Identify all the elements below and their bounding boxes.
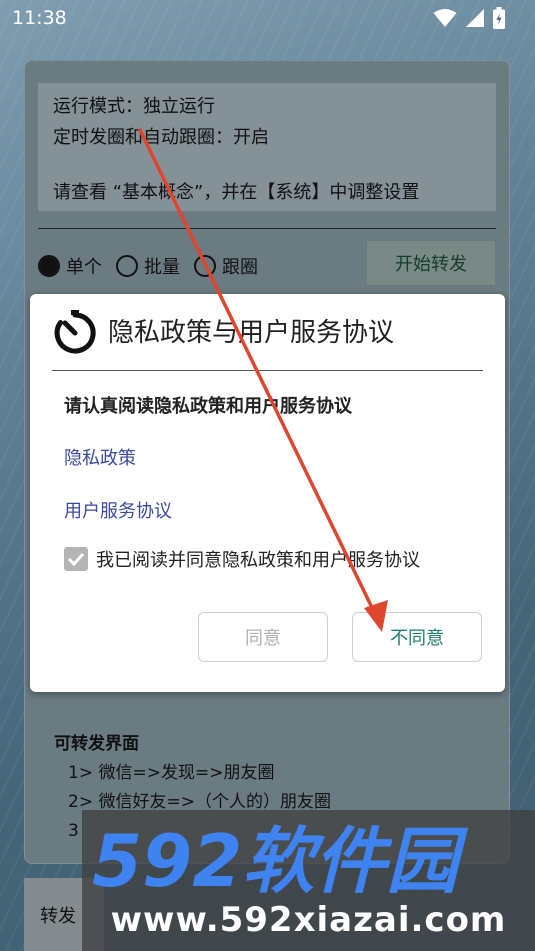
status-time: 11:38: [12, 7, 67, 29]
settings-hint-text: 请查看 “基本概念”，并在【系统】中调整设置: [53, 182, 420, 203]
signal-icon: [466, 9, 484, 27]
disagree-button[interactable]: 不同意: [352, 612, 482, 662]
status-bar: 11:38: [0, 0, 535, 38]
agree-checkbox[interactable]: [64, 547, 88, 571]
radio-follow-label[interactable]: 跟圈: [222, 253, 258, 279]
mode-radio-group: 单个 批量 跟圈: [38, 250, 266, 282]
agree-checkbox-label[interactable]: 我已阅读并同意隐私政策和用户服务协议: [96, 546, 420, 572]
watermark-logo-number: 592软件园: [92, 819, 468, 900]
watermark-logo: 592软件园: [92, 819, 468, 900]
section-divider: [38, 228, 496, 229]
start-forward-button[interactable]: 开始转发: [366, 240, 496, 286]
radio-batch[interactable]: [116, 255, 138, 277]
run-mode-text: 运行模式：独立运行: [53, 96, 215, 117]
agree-row[interactable]: 我已阅读并同意隐私政策和用户服务协议: [64, 546, 420, 572]
radio-batch-label[interactable]: 批量: [144, 253, 180, 279]
wifi-icon: [433, 9, 457, 27]
run-info-box: 运行模式：独立运行 定时发圈和自动跟圈：开启 请查看 “基本概念”，并在【系统】…: [38, 83, 496, 211]
check-icon: [67, 552, 85, 567]
timer-icon: [54, 310, 96, 354]
privacy-policy-link[interactable]: 隐私政策: [64, 444, 136, 470]
radio-follow[interactable]: [194, 255, 216, 277]
dialog-divider: [52, 370, 483, 371]
dialog-subtitle: 请认真阅读隐私政策和用户服务协议: [64, 396, 352, 417]
watermark-url: www.592xiazai.com: [110, 900, 507, 940]
list-item: 1> 微信=>发现=>朋友圈: [68, 763, 275, 783]
user-agreement-link[interactable]: 用户服务协议: [64, 497, 172, 523]
privacy-dialog: 隐私政策与用户服务协议 请认真阅读隐私政策和用户服务协议 隐私政策 用户服务协议…: [30, 294, 505, 692]
radio-single-label[interactable]: 单个: [66, 253, 102, 279]
dialog-title: 隐私政策与用户服务协议: [108, 318, 395, 348]
status-icons: [433, 7, 505, 29]
battery-icon: [493, 7, 505, 29]
agree-button[interactable]: 同意: [198, 612, 328, 662]
watermark: 592软件园 www.592xiazai.com: [82, 810, 535, 951]
auto-post-text: 定时发圈和自动跟圈：开启: [53, 127, 269, 148]
radio-single[interactable]: [38, 255, 60, 277]
pages-title: 可转发界面: [54, 734, 139, 754]
